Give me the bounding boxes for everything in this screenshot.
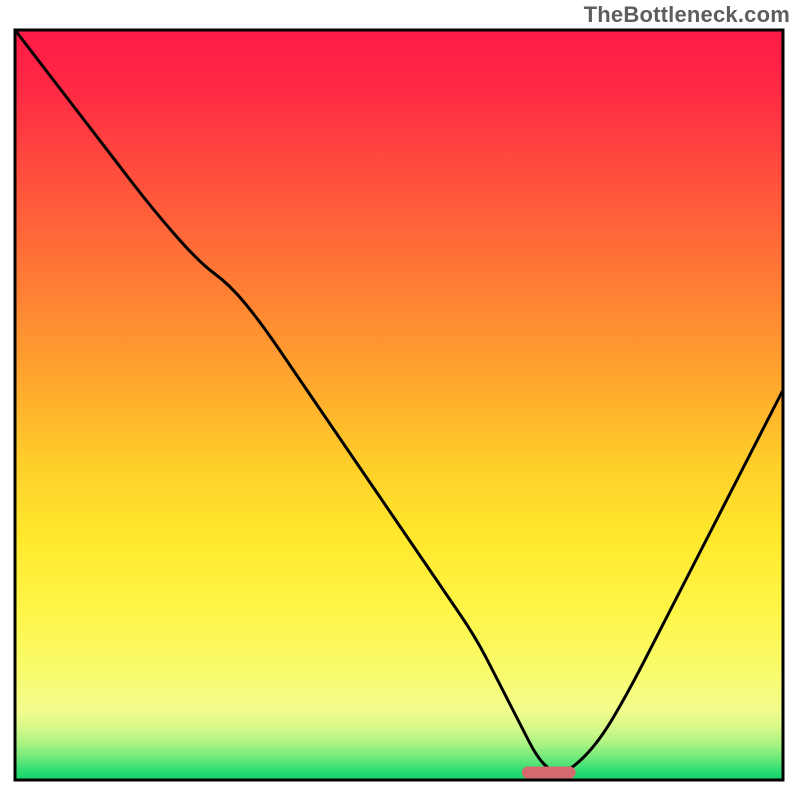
bottleneck-chart	[0, 0, 800, 800]
plot-background	[15, 30, 783, 780]
optimal-marker	[522, 767, 576, 779]
chart-container: TheBottleneck.com	[0, 0, 800, 800]
